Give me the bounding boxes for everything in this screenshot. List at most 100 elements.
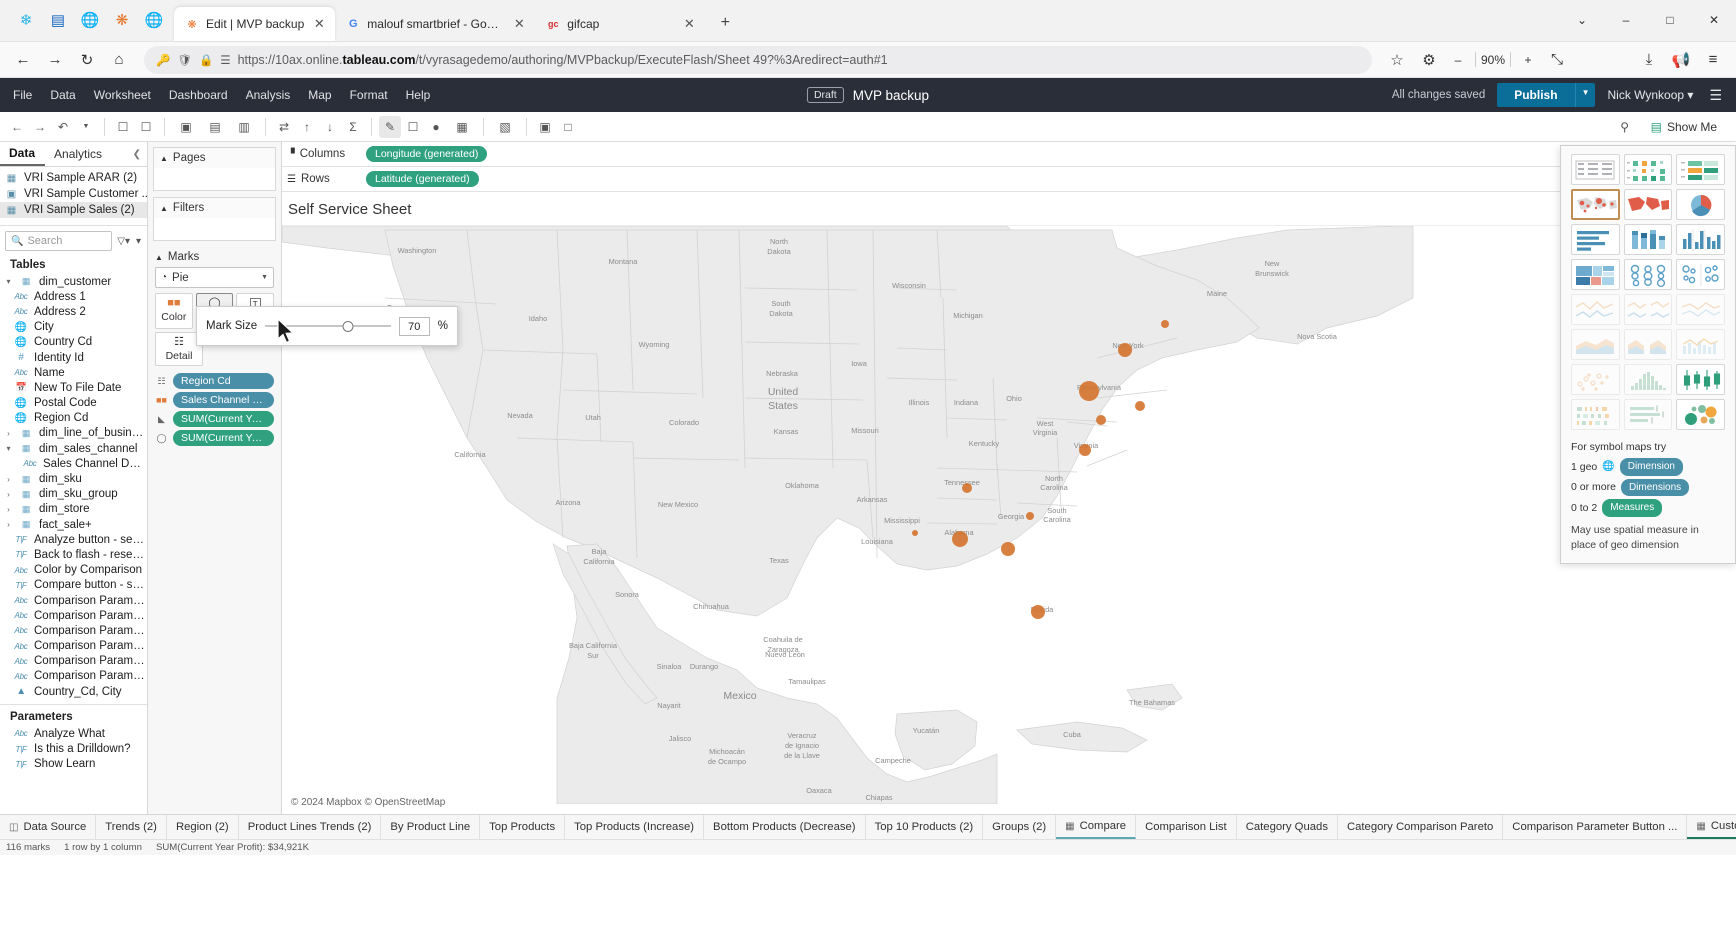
show-me-scatter-plot[interactable]: [1571, 364, 1620, 395]
browser-tab-0[interactable]: ❋ Edit | MVP backup ✕: [174, 7, 335, 41]
trello-icon[interactable]: ▤: [44, 6, 72, 34]
datasource-item-0[interactable]: ▦ VRI Sample ARAR (2): [0, 170, 147, 186]
field-analyze-button[interactable]: T|F Analyze button - set pa...: [0, 532, 147, 547]
sheet-tab-top-products[interactable]: Top Products: [480, 815, 565, 839]
sheet-tab-top-products-increase[interactable]: Top Products (Increase): [565, 815, 704, 839]
field-back-to-flash[interactable]: T|F Back to flash - reset filt...: [0, 547, 147, 562]
mark-pill-sales-channel-desc[interactable]: ■■ Sales Channel Desc: [155, 392, 274, 408]
globe-icon[interactable]: 🌐: [76, 6, 104, 34]
show-me-highlight-table[interactable]: [1676, 154, 1725, 185]
field-color-by-comparison[interactable]: Abc Color by Comparison: [0, 563, 147, 578]
sheet-tab-customers[interactable]: ▦ Customers: [1687, 815, 1736, 839]
show-me-packed-bubbles[interactable]: [1676, 399, 1725, 430]
pages-card-header[interactable]: ▲ Pages: [154, 148, 275, 168]
sheet-tab-trends[interactable]: Trends (2): [96, 815, 167, 839]
show-me-lines-continuous[interactable]: [1571, 294, 1620, 325]
field-sales-channel-desc[interactable]: Abc Sales Channel Desc: [0, 456, 147, 471]
show-me-symbol-map[interactable]: [1571, 189, 1620, 220]
address-bar[interactable]: 🔑 🛡 🔒 ☰ https://10ax.online.tableau.com/…: [144, 46, 1372, 74]
field-dim-sales-channel[interactable]: ▾ ▦ dim_sales_channel: [0, 441, 147, 456]
mark-size-popup[interactable]: Mark Size 70 %: [196, 306, 458, 346]
back-icon[interactable]: ←: [8, 46, 38, 74]
search-input[interactable]: 🔍 Search: [5, 231, 112, 251]
datasource-item-2[interactable]: ▦ VRI Sample Sales (2): [0, 202, 147, 218]
show-me-area-continuous[interactable]: [1571, 329, 1620, 360]
map-canvas[interactable]: Washington Montana NorthDakota Oregon Id…: [282, 225, 1736, 814]
sheet-tab-groups[interactable]: Groups (2): [983, 815, 1056, 839]
forward-icon[interactable]: →: [40, 46, 70, 74]
redo-icon[interactable]: →: [29, 116, 51, 138]
field-comparison-parameter-3[interactable]: Abc Comparison Parameter...: [0, 623, 147, 638]
field-dim-customer[interactable]: ▾ ▦ dim_customer: [0, 274, 147, 289]
user-menu[interactable]: Nick Wynkoop ▾: [1607, 88, 1693, 102]
menu-format[interactable]: Format: [341, 83, 397, 107]
field-country-cd[interactable]: 🌐 Country Cd: [0, 335, 147, 350]
extensions-icon[interactable]: ⚙: [1414, 46, 1444, 74]
duplicate-sheet-icon[interactable]: ▤: [201, 116, 229, 138]
workbook-title[interactable]: MVP backup: [853, 88, 929, 103]
show-me-lines-discrete[interactable]: [1624, 294, 1673, 325]
field-dim-store[interactable]: › ▦ dim_store: [0, 502, 147, 517]
menu-map[interactable]: Map: [299, 83, 340, 107]
show-me-heat-map[interactable]: [1624, 154, 1673, 185]
fit-selector-icon[interactable]: ▧: [491, 116, 519, 138]
field-dim-sku[interactable]: › ▦ dim_sku: [0, 471, 147, 486]
field-comparison-parameter-5[interactable]: Abc Comparison Parameter...: [0, 654, 147, 669]
show-me-dual-combination[interactable]: [1676, 329, 1725, 360]
show-me-circle-views[interactable]: [1624, 259, 1673, 290]
collections-icon[interactable]: 📢: [1666, 46, 1696, 74]
show-me-pie-chart[interactable]: [1676, 189, 1725, 220]
rows-shelf[interactable]: ☰ Rows Latitude (generated): [282, 167, 1736, 192]
chevron-right-icon[interactable]: ›: [4, 429, 13, 438]
undo-icon[interactable]: ←: [6, 116, 28, 138]
sort-ascending-icon[interactable]: ↑: [296, 116, 318, 138]
show-me-treemap[interactable]: [1571, 259, 1620, 290]
show-me-side-by-side-circles[interactable]: [1676, 259, 1725, 290]
parameter-analyze-what[interactable]: Abc Analyze What: [0, 726, 147, 741]
show-me-bullet-graph[interactable]: [1624, 399, 1673, 430]
sheet-tab-data-source[interactable]: ◫ Data Source: [0, 815, 96, 839]
tab-list-chevron-icon[interactable]: ⌄: [1560, 3, 1604, 37]
group-members-icon[interactable]: ●: [425, 116, 447, 138]
mark-size-input[interactable]: 70: [399, 317, 430, 336]
chevron-right-icon[interactable]: ›: [4, 475, 13, 484]
marks-color-button[interactable]: ■■ Color: [155, 293, 193, 329]
show-me-horizontal-bars[interactable]: [1571, 224, 1620, 255]
globe-icon-2[interactable]: 🌐: [140, 6, 168, 34]
field-name[interactable]: Abc Name: [0, 365, 147, 380]
sheet-tab-region[interactable]: Region (2): [167, 815, 239, 839]
field-country-cd-city-hierarchy[interactable]: ▲ Country_Cd, City: [0, 684, 147, 699]
field-compare-button[interactable]: T|F Compare button - set p...: [0, 578, 147, 593]
sort-descending-icon[interactable]: ↓: [319, 116, 341, 138]
sheet-tab-top-10-products[interactable]: Top 10 Products (2): [866, 815, 984, 839]
close-icon[interactable]: ✕: [681, 16, 697, 32]
revert-chevron-icon[interactable]: ▼: [75, 116, 97, 138]
field-new-to-file-date[interactable]: 📅 New To File Date: [0, 380, 147, 395]
close-icon[interactable]: ✕: [311, 16, 327, 32]
sheet-tab-category-comparison-pareto[interactable]: Category Comparison Pareto: [1338, 815, 1503, 839]
show-me-toggle-icon[interactable]: ⚲: [1614, 116, 1636, 138]
clear-sheet-icon[interactable]: ▥: [230, 116, 258, 138]
chevron-right-icon[interactable]: ›: [4, 490, 13, 499]
rows-pill-latitude[interactable]: Latitude (generated): [366, 171, 479, 187]
sheet-title[interactable]: Self Service Sheet: [282, 192, 1736, 225]
home-icon[interactable]: ⌂: [104, 46, 134, 74]
chevron-right-icon[interactable]: ›: [4, 520, 13, 529]
show-me-text-table[interactable]: [1571, 154, 1620, 185]
columns-shelf[interactable]: ▝ Columns Longitude (generated): [282, 142, 1736, 167]
columns-pill-longitude[interactable]: Longitude (generated): [366, 146, 487, 162]
menu-help[interactable]: Help: [397, 83, 440, 107]
fix-axes-icon[interactable]: ▣: [534, 116, 556, 138]
show-me-stacked-bars[interactable]: [1624, 224, 1673, 255]
field-identity-id[interactable]: # Identity Id: [0, 350, 147, 365]
show-me-gantt[interactable]: [1571, 399, 1620, 430]
sheet-tab-by-product-line[interactable]: By Product Line: [381, 815, 480, 839]
tableau-icon[interactable]: ❋: [108, 6, 136, 34]
close-window-button[interactable]: ✕: [1692, 3, 1736, 37]
show-me-box-and-whisker[interactable]: [1676, 364, 1725, 395]
sheet-tab-comparison-parameter-button[interactable]: Comparison Parameter Button ...: [1503, 815, 1687, 839]
mark-type-dropdown[interactable]: ◔ Pie ▼: [155, 267, 274, 288]
menu-analysis[interactable]: Analysis: [237, 83, 300, 107]
publish-button[interactable]: Publish: [1497, 83, 1574, 107]
highlight-icon[interactable]: ✎: [379, 116, 401, 138]
